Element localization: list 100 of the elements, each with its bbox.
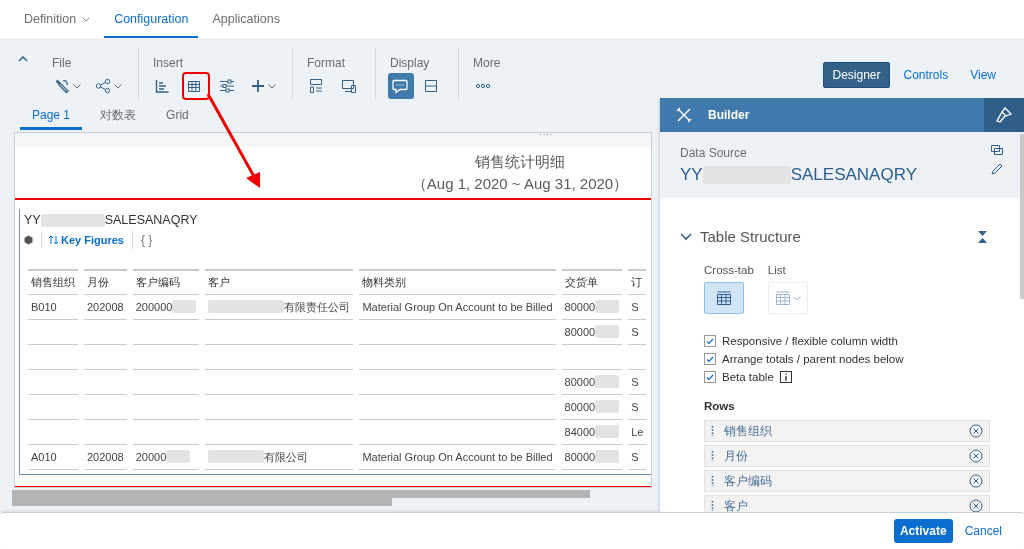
drag-handle-icon: [711, 449, 714, 462]
group-label: Display: [389, 55, 431, 69]
collapse-icon[interactable]: [18, 56, 28, 62]
drag-handle-icon: [711, 424, 714, 437]
remove-icon[interactable]: [969, 423, 983, 438]
remove-icon[interactable]: [969, 473, 983, 488]
column-header: 客户编码: [132, 268, 200, 295]
chevron-down-icon[interactable]: [680, 232, 692, 241]
table-cell-text: S: [631, 374, 639, 390]
form-icon: [309, 78, 323, 94]
caret-icon: [268, 83, 276, 89]
data-source-name: SALESANAQRY: [790, 164, 917, 186]
toolbar-button[interactable]: [183, 73, 209, 99]
comment-icon: [392, 78, 408, 94]
caret-icon: [73, 83, 81, 89]
more-icon: [475, 83, 491, 89]
layout-icon: [424, 79, 438, 93]
table-cell-text: 80000: [564, 449, 596, 465]
plus-icon: [251, 79, 265, 93]
checkbox-label: Beta table: [722, 369, 774, 385]
table-cell-text: B010: [31, 299, 57, 315]
column-header: 订: [628, 268, 647, 295]
checkbox[interactable]: [704, 335, 716, 348]
tab[interactable]: Applications: [202, 0, 290, 38]
blurred-text: [40, 213, 105, 227]
table-cell-text: 20000: [135, 449, 167, 465]
table-icon: [187, 79, 201, 93]
dimension-chip[interactable]: 销售组织: [704, 419, 990, 442]
share-icon: [95, 78, 111, 94]
activate-button[interactable]: Activate: [893, 519, 953, 543]
view-toggle[interactable]: Designer: [823, 62, 890, 88]
checkbox[interactable]: [704, 353, 716, 366]
table-cell-text: S: [631, 449, 639, 465]
section-title: Table Structure: [700, 226, 801, 247]
drag-handle-icon: [711, 474, 714, 487]
sort-icon: [48, 234, 59, 245]
column-header: 客户: [205, 268, 354, 295]
table-cell-text: 80000: [564, 324, 596, 340]
table-cell-text: 84000: [564, 424, 596, 440]
table-cell-text: 有限公司: [264, 449, 309, 465]
edit-icon[interactable]: [990, 162, 1004, 176]
table-cell-text: S: [631, 324, 639, 340]
caret-icon: [82, 16, 91, 22]
panel-title: Builder: [708, 107, 750, 124]
tab[interactable]: Configuration: [104, 0, 199, 38]
column-header: 月份: [84, 268, 127, 295]
braces-button[interactable]: { }: [131, 230, 153, 249]
checkbox[interactable]: [704, 371, 716, 384]
info-icon[interactable]: [779, 371, 792, 384]
copy-icon[interactable]: [990, 144, 1004, 156]
table-cell-text: S: [631, 299, 639, 315]
group-label: Insert: [152, 55, 184, 69]
table-cell-text: 80000: [564, 399, 596, 415]
cancel-button[interactable]: Cancel: [958, 519, 1008, 543]
table-icon: [774, 291, 791, 306]
table-name: SALESANAQRY: [104, 212, 198, 229]
dimension-chip[interactable]: 月份: [704, 444, 990, 467]
table-name: YY: [24, 212, 41, 229]
page-tab[interactable]: 对数表: [88, 100, 149, 130]
dimension-chip[interactable]: 客户编码: [704, 469, 990, 492]
layout-toggle[interactable]: [704, 282, 744, 315]
option-label: List: [767, 263, 787, 278]
dimension-chip[interactable]: 客户: [704, 494, 990, 512]
table-cell-text: A010: [31, 449, 57, 465]
tools-icon: [676, 107, 692, 123]
option-label: Cross-tab: [704, 263, 754, 278]
scrollbar[interactable]: [12, 490, 590, 498]
drag-handle-icon[interactable]: [539, 133, 553, 136]
table-cell-text: 202008: [87, 299, 124, 315]
table-cell-text: S: [631, 399, 639, 415]
page-tab[interactable]: Page 1: [20, 100, 83, 130]
tab[interactable]: Definition: [14, 0, 101, 38]
report-title: 销售统计明细: [474, 152, 566, 172]
group-label: Format: [306, 55, 346, 69]
sliders-icon: [219, 79, 235, 93]
cube-icon: [24, 234, 33, 245]
toolbar-button[interactable]: [388, 73, 414, 99]
remove-icon[interactable]: [969, 498, 983, 512]
table-cell-text: 80000: [564, 374, 596, 390]
table-cell-text: 200000: [135, 299, 173, 315]
group-label: More: [472, 55, 501, 69]
devices-icon: [341, 79, 357, 93]
caret-icon: [114, 83, 122, 89]
table-cell-text: Material Group On Account to be Billed: [362, 449, 553, 465]
scrollbar[interactable]: [12, 498, 392, 506]
table-cell-text: 有限责任公司: [284, 299, 351, 315]
data-source-name: YY: [680, 164, 703, 186]
column-header: 交货单: [561, 268, 623, 295]
page-tab[interactable]: Grid: [154, 100, 201, 130]
key-figures-button[interactable]: Key Figures: [41, 231, 124, 248]
remove-icon[interactable]: [969, 448, 983, 463]
styling-button[interactable]: [984, 98, 1024, 132]
view-toggle[interactable]: Controls: [895, 62, 957, 88]
scrollbar[interactable]: [1020, 134, 1024, 299]
checkbox-label: Responsive / flexible column width: [722, 333, 898, 349]
table-cell-text: Le: [631, 424, 644, 440]
section-label: Rows: [704, 399, 736, 415]
table-cell-text: Material Group On Account to be Billed: [362, 299, 553, 315]
view-toggle[interactable]: View: [962, 62, 1004, 88]
paint-brush-icon: [996, 107, 1012, 123]
